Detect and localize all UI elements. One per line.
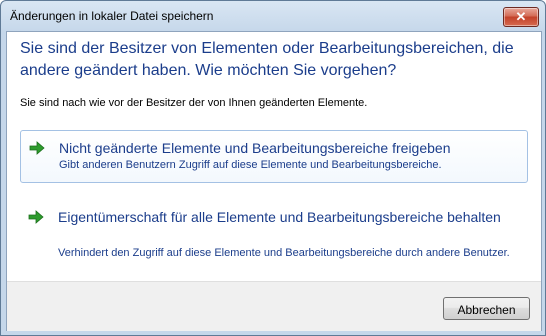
command-link-description: Verhindert den Zugriff auf diese Element… bbox=[58, 247, 510, 259]
command-link-title: Nicht geänderte Elemente und Bearbeitung… bbox=[59, 140, 451, 156]
green-arrow-icon bbox=[29, 141, 45, 155]
close-icon: ✕ bbox=[515, 9, 527, 24]
command-link-title: Eigentümerschaft für alle Elemente und B… bbox=[58, 209, 501, 225]
command-link-release[interactable]: Nicht geänderte Elemente und Bearbeitung… bbox=[20, 130, 528, 183]
window-title: Änderungen in lokaler Datei speichern bbox=[10, 9, 214, 23]
button-bar: Abbrechen bbox=[7, 281, 541, 331]
dialog-content: Sie sind der Besitzer von Elementen oder… bbox=[6, 31, 542, 331]
command-link-description: Gibt anderen Benutzern Zugriff auf diese… bbox=[59, 159, 442, 171]
green-arrow-icon bbox=[28, 210, 44, 224]
cancel-button[interactable]: Abbrechen bbox=[443, 297, 530, 320]
command-link-keep-ownership[interactable]: Eigentümerschaft für alle Elemente und B… bbox=[20, 200, 526, 277]
dialog-window: Änderungen in lokaler Datei speichern ✕ … bbox=[0, 0, 546, 336]
close-button[interactable]: ✕ bbox=[503, 7, 539, 27]
content-text: Sie sind nach wie vor der Besitzer der v… bbox=[20, 97, 368, 109]
title-bar[interactable]: Änderungen in lokaler Datei speichern ✕ bbox=[1, 1, 545, 33]
main-instruction: Sie sind der Besitzer von Elementen oder… bbox=[20, 40, 514, 79]
